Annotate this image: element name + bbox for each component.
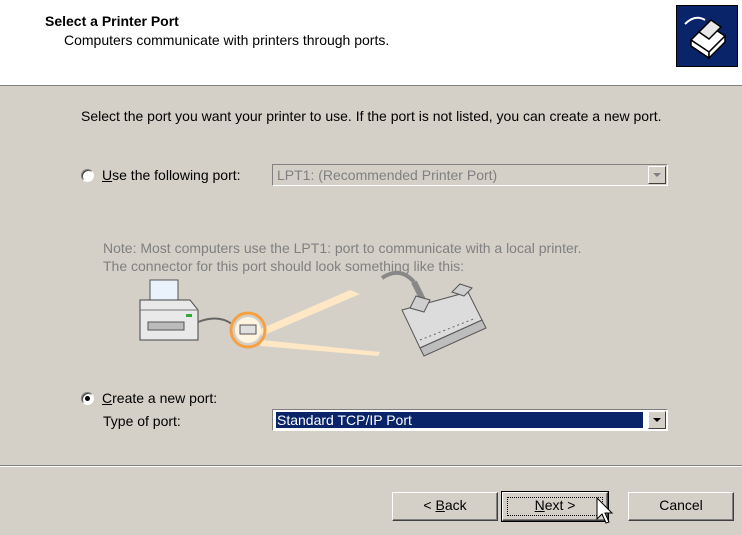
create-new-port-label[interactable]: Create a new port: — [102, 390, 217, 406]
wizard-header: Select a Printer Port Computers communic… — [0, 0, 742, 86]
connector-illustration — [139, 270, 487, 357]
port-type-select[interactable]: Standard TCP/IP Port — [272, 409, 668, 431]
use-following-port-label[interactable]: Use the following port: — [102, 167, 241, 183]
use-following-port-option[interactable]: Use the following port: — [81, 167, 241, 183]
create-new-port-radio[interactable] — [81, 391, 94, 405]
port-type-select-value: Standard TCP/IP Port — [276, 412, 643, 428]
port-select[interactable]: LPT1: (Recommended Printer Port) — [272, 164, 668, 186]
header-subtitle: Computers communicate with printers thro… — [64, 32, 390, 48]
cancel-button[interactable]: Cancel — [628, 492, 734, 521]
mouse-cursor-icon — [596, 497, 614, 524]
port-select-value: LPT1: (Recommended Printer Port) — [277, 167, 498, 183]
create-new-port-option[interactable]: Create a new port: — [81, 390, 217, 406]
chevron-down-icon[interactable] — [648, 411, 666, 429]
chevron-down-icon[interactable] — [648, 166, 666, 184]
note-line-1: Note: Most computers use the LPT1: port … — [103, 240, 582, 256]
intro-text: Select the port you want your printer to… — [81, 108, 662, 124]
next-button[interactable]: Next > — [501, 491, 609, 522]
use-following-port-radio[interactable] — [81, 168, 94, 182]
footer-divider — [0, 465, 742, 467]
type-of-port-label: Type of port: — [103, 413, 181, 429]
parallel-connector-icon — [380, 270, 487, 357]
back-button[interactable]: < Back — [392, 492, 498, 521]
printer-port-icon — [676, 5, 738, 67]
header-title: Select a Printer Port — [45, 13, 179, 29]
printer-icon — [139, 279, 199, 341]
